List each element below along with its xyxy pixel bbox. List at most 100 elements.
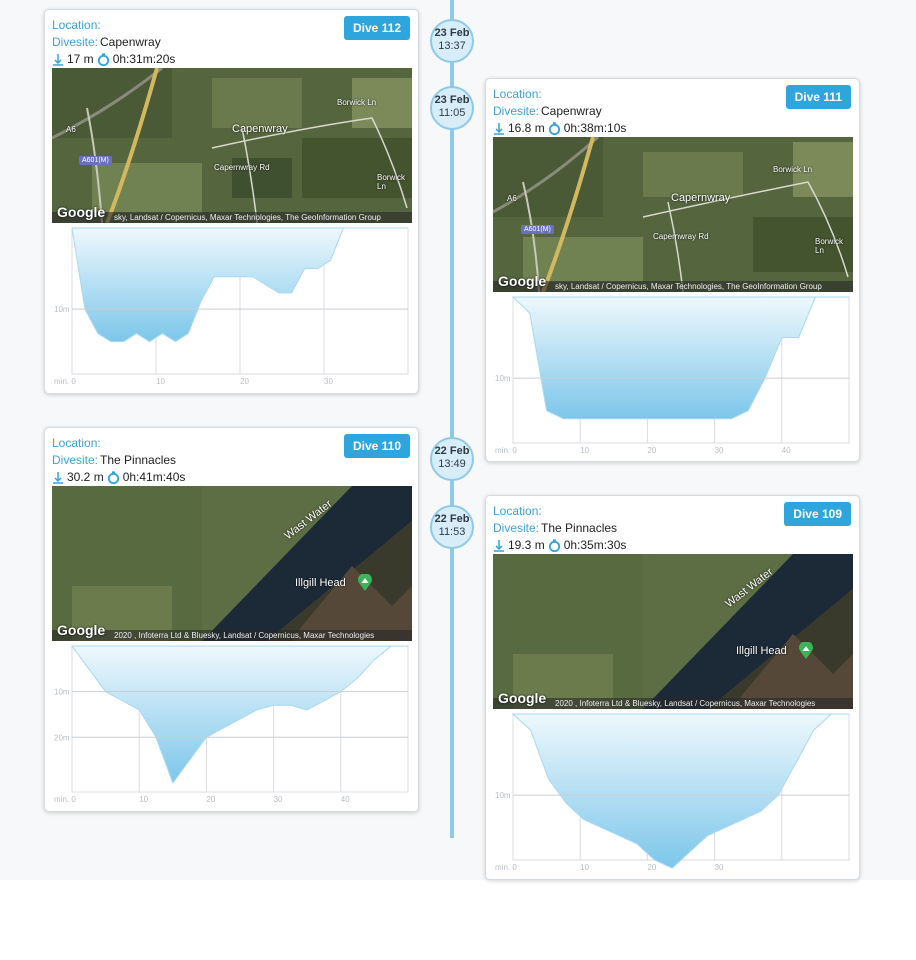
timeline-time: 11:05: [438, 107, 466, 119]
google-logo: Google: [498, 690, 547, 706]
divesite-value: Capenwray: [541, 104, 602, 118]
location-label: Location:: [493, 87, 542, 101]
dive-site-map[interactable]: Wast Water Illgill Head 2020 , Infoterra…: [493, 554, 853, 709]
google-logo: Google: [57, 204, 106, 220]
x-tick-label: 10: [139, 795, 148, 804]
map-attribution: 2020 , Infoterra Ltd & Bluesky, Landsat …: [493, 698, 853, 709]
road-shield: A601(M): [521, 225, 554, 234]
y-tick-label: 10m: [54, 688, 70, 697]
x-tick-label: 30: [274, 795, 283, 804]
x-tick-label: 10: [580, 863, 589, 872]
depth-area: [71, 645, 408, 784]
map-peak-label: Illgill Head: [736, 645, 787, 657]
map-place-label: Capernwray: [671, 192, 731, 204]
mountain-marker-icon: [799, 642, 813, 660]
map-road-label: Borwick Ln: [815, 237, 844, 255]
depth-profile-chart[interactable]: min. 0 10 20 30 40 10m: [493, 295, 853, 455]
timeline-time: 13:49: [438, 458, 466, 470]
depth-profile-chart[interactable]: min. 0 10 20 30 10m: [493, 712, 853, 872]
dive-card[interactable]: Location: Divesite: Capenwray 17 m 0h:31m…: [44, 9, 419, 394]
depth-area: [511, 296, 849, 420]
y-tick-label: 20m: [54, 733, 70, 742]
depth-icon: [52, 471, 64, 484]
x-tick-label: min. 0: [54, 795, 76, 804]
x-tick-label: 20: [240, 377, 249, 386]
divesite-label: Divesite:: [52, 35, 99, 49]
dive-info: Location: Divesite: The Pinnacles 30.2 m …: [52, 435, 185, 486]
map-road-label: Capernwray Rd: [214, 163, 270, 172]
divesite-label: Divesite:: [493, 521, 540, 535]
divesite-value: The Pinnacles: [541, 521, 618, 535]
dive-duration: 0h:35m:30s: [563, 538, 627, 552]
stopwatch-icon: [97, 53, 110, 66]
timeline-date: 23 Feb: [434, 27, 470, 39]
dive-number-badge[interactable]: Dive 109: [784, 502, 851, 526]
google-logo: Google: [498, 273, 547, 289]
dive-number-badge[interactable]: Dive 111: [785, 85, 851, 109]
divesite-value: The Pinnacles: [100, 453, 177, 467]
timeline-time: 13:37: [438, 40, 466, 52]
stopwatch-icon: [548, 122, 561, 135]
map-attribution: sky, Landsat / Copernicus, Maxar Technol…: [52, 212, 412, 223]
depth-area: [511, 713, 849, 869]
timeline-node: 22 Feb 13:49: [430, 437, 474, 481]
x-tick-label: 40: [782, 446, 791, 455]
map-road-label: Borwick Ln: [337, 98, 377, 107]
x-tick-label: min. 0: [54, 377, 76, 386]
map-road-label: A6: [507, 194, 517, 203]
dive-duration: 0h:31m:20s: [112, 52, 176, 66]
map-road-label: Capernwray Rd: [653, 232, 709, 241]
location-label: Location:: [52, 18, 101, 32]
stopwatch-icon: [548, 539, 561, 552]
dive-card[interactable]: Location: Divesite: The Pinnacles 19.3 m …: [485, 495, 860, 880]
timeline-date: 23 Feb: [434, 94, 470, 106]
x-tick-label: 30: [715, 446, 724, 455]
x-tick-label: min. 0: [495, 863, 517, 872]
max-depth: 30.2 m: [67, 470, 104, 484]
dive-info: Location: Divesite: Capenwray 17 m 0h:31m…: [52, 17, 175, 68]
map-place-label: Capenwray: [232, 123, 288, 135]
dive-card[interactable]: Location: Divesite: The Pinnacles 30.2 m …: [44, 427, 419, 812]
dive-site-map[interactable]: Capernwray A6 Capernwray Rd Borwick Ln B…: [493, 137, 853, 292]
dive-duration: 0h:38m:10s: [563, 121, 627, 135]
x-tick-label: 20: [647, 863, 656, 872]
location-label: Location:: [493, 504, 542, 518]
y-tick-label: 10m: [495, 791, 511, 800]
timeline-node: 23 Feb 11:05: [430, 86, 474, 130]
divesite-label: Divesite:: [493, 104, 540, 118]
max-depth: 19.3 m: [508, 538, 545, 552]
dive-site-map[interactable]: Wast Water Illgill Head 2020 , Infoterra…: [52, 486, 412, 641]
max-depth: 17 m: [67, 52, 94, 66]
dive-number-badge[interactable]: Dive 112: [343, 16, 410, 40]
map-road-label: Borwick Ln: [773, 165, 813, 174]
y-tick-label: 10m: [54, 305, 70, 314]
depth-icon: [52, 53, 64, 66]
timeline-node: 22 Feb 11:53: [430, 505, 474, 549]
depth-icon: [493, 539, 505, 552]
dive-site-map[interactable]: Capenwray A6 Capernwray Rd Borwick Ln Bo…: [52, 68, 412, 223]
stopwatch-icon: [107, 471, 120, 484]
x-tick-label: 10: [156, 377, 165, 386]
map-road-label: Borwick Ln: [377, 173, 406, 191]
x-tick-label: 30: [715, 863, 724, 872]
x-tick-label: 30: [324, 377, 333, 386]
map-peak-label: Illgill Head: [295, 577, 346, 589]
x-tick-label: 20: [647, 446, 656, 455]
x-tick-label: 10: [580, 446, 589, 455]
timeline-date: 22 Feb: [434, 513, 470, 525]
timeline-date: 22 Feb: [434, 445, 470, 457]
dive-number-badge[interactable]: Dive 110: [343, 434, 410, 458]
mountain-marker-icon: [358, 574, 372, 592]
x-tick-label: 40: [341, 795, 350, 804]
depth-profile-chart[interactable]: min. 0 10 20 30 10m: [52, 226, 412, 386]
y-tick-label: 10m: [495, 374, 511, 383]
map-attribution: sky, Landsat / Copernicus, Maxar Technol…: [493, 281, 853, 292]
divesite-value: Capenwray: [100, 35, 161, 49]
depth-icon: [493, 122, 505, 135]
depth-profile-chart[interactable]: min. 0 10 20 30 40 10m 20m: [52, 644, 412, 804]
dive-card[interactable]: Location: Divesite: Capenwray 16.8 m 0h:3…: [485, 78, 860, 462]
dive-info: Location: Divesite: The Pinnacles 19.3 m …: [493, 503, 626, 554]
location-label: Location:: [52, 436, 101, 450]
timeline-time: 11:53: [438, 526, 466, 538]
road-shield: A601(M): [79, 156, 112, 165]
